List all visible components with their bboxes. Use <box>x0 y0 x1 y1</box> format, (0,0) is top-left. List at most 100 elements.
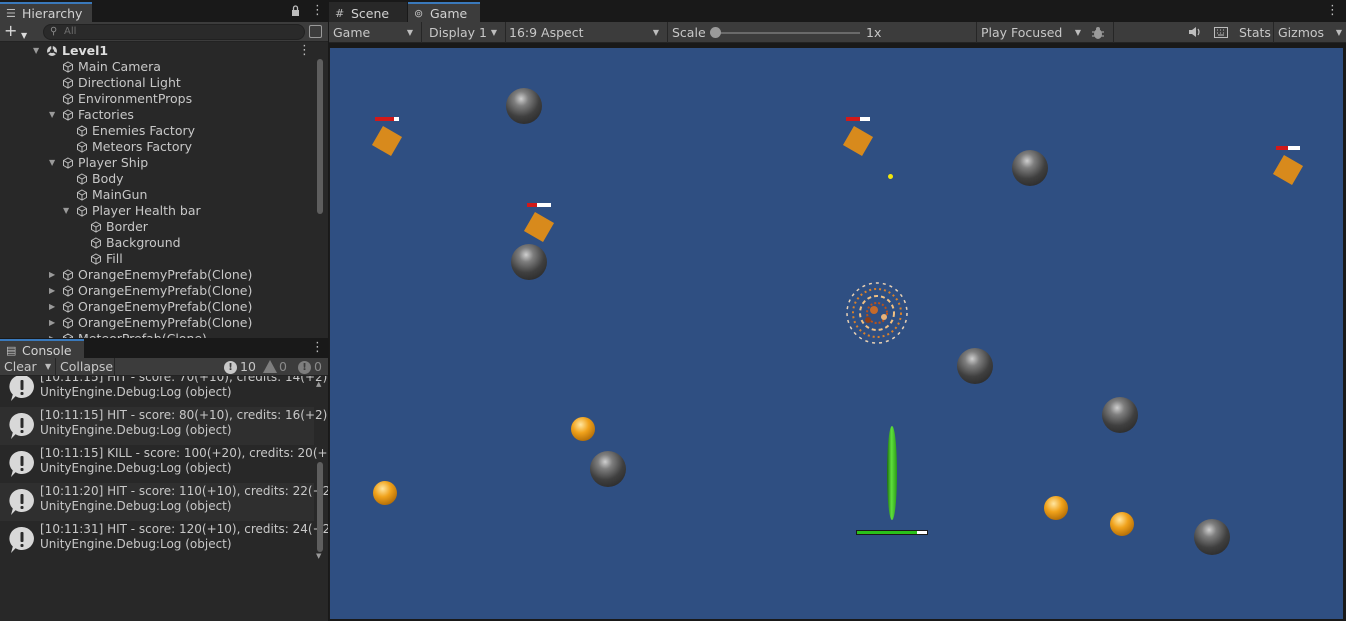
expanded-arrow-icon[interactable]: ▼ <box>49 155 55 171</box>
game-window: # Scene ⊚ Game ⋮ Game ▼ Display 1 ▼ 16:9… <box>329 0 1346 621</box>
hierarchy-item[interactable]: ▶ OrangeEnemyPrefab(Clone) <box>0 315 314 331</box>
hierarchy-item[interactable]: Directional Light <box>0 75 314 91</box>
more-options-icon[interactable]: ⋮ <box>311 4 324 18</box>
play-mode-dropdown[interactable]: Play Focused ▼ <box>981 22 1085 43</box>
divider <box>1273 22 1274 43</box>
lock-icon[interactable] <box>291 5 300 20</box>
console-log-entry[interactable]: [10:11:20] HIT - score: 110(+10), credit… <box>0 483 328 521</box>
hierarchy-item[interactable]: Meteors Factory <box>0 139 314 155</box>
hierarchy-item[interactable]: ▶ MeteorPrefab(Clone) <box>0 331 314 338</box>
hierarchy-item[interactable]: Enemies Factory <box>0 123 314 139</box>
info-message-icon <box>9 376 35 402</box>
hierarchy-item-label: EnvironmentProps <box>78 91 193 106</box>
debug-bug-icon[interactable] <box>1091 22 1109 43</box>
console-log-entry[interactable]: [10:11:15] KILL - score: 100(+20), credi… <box>0 445 328 483</box>
collapsed-arrow-icon[interactable]: ▶ <box>49 267 55 283</box>
tab-console[interactable]: ▤ Console <box>0 339 84 358</box>
hierarchy-scene-root[interactable]: ▼ Level1 ⋮ <box>0 43 314 59</box>
log-message: [10:11:20] HIT - score: 110(+10), credit… <box>40 484 328 498</box>
scale-label: Scale <box>672 25 706 40</box>
tab-hierarchy[interactable]: ☰ Hierarchy <box>0 2 92 22</box>
gameobject-cube-icon <box>62 269 74 281</box>
play-mode-value: Play Focused <box>981 25 1063 40</box>
hierarchy-item[interactable]: ▼ Player Health bar <box>0 203 314 219</box>
hierarchy-item[interactable]: Main Camera <box>0 59 314 75</box>
scrollbar-thumb[interactable] <box>317 59 323 214</box>
chevron-down-icon: ▼ <box>21 31 28 40</box>
player-health-fill <box>857 531 917 534</box>
hierarchy-item-label: OrangeEnemyPrefab(Clone) <box>78 299 253 314</box>
warning-count-toggle[interactable]: 0 <box>261 359 287 375</box>
scrollbar-thumb[interactable] <box>317 462 323 552</box>
hierarchy-item[interactable]: ▼ Factories <box>0 107 314 123</box>
orange-enemy <box>523 211 555 243</box>
console-log-entry[interactable]: [10:11:15] HIT - score: 70(+10), credits… <box>0 376 327 407</box>
keyboard-shortcuts-icon[interactable] <box>1214 22 1230 43</box>
gameobject-cube-icon <box>62 301 74 313</box>
console-scrollbar[interactable]: ▲ ▼ <box>316 380 324 562</box>
aspect-dropdown[interactable]: 16:9 Aspect ▼ <box>509 22 663 43</box>
scale-slider-track[interactable] <box>714 32 860 34</box>
hierarchy-item[interactable]: Background <box>0 235 314 251</box>
collapsed-arrow-icon[interactable]: ▶ <box>49 283 55 299</box>
error-count-toggle[interactable]: ! 0 <box>296 359 322 375</box>
error-count: 0 <box>314 359 322 374</box>
divider <box>667 22 668 43</box>
hierarchy-item[interactable]: EnvironmentProps <box>0 91 314 107</box>
scroll-up-icon[interactable]: ▲ <box>316 380 321 388</box>
more-options-icon[interactable]: ⋮ <box>1326 4 1339 18</box>
hierarchy-item[interactable]: Fill <box>0 251 314 267</box>
console-log-entry[interactable]: [10:11:15] HIT - score: 80(+10), credits… <box>0 407 327 445</box>
hierarchy-item[interactable]: Body <box>0 171 314 187</box>
view-mode-value: Game <box>333 25 371 40</box>
scene-menu-icon[interactable]: ⋮ <box>298 44 311 58</box>
view-mode-dropdown[interactable]: Game ▼ <box>333 22 417 43</box>
enemy-health-fill <box>1276 146 1288 150</box>
console-log-entry[interactable]: [10:11:31] HIT - score: 120(+10), credit… <box>0 521 328 559</box>
expanded-arrow-icon[interactable]: ▼ <box>33 43 39 59</box>
hierarchy-item[interactable]: MainGun <box>0 187 314 203</box>
expanded-arrow-icon[interactable]: ▼ <box>63 203 69 219</box>
stats-button[interactable]: Stats <box>1239 22 1271 43</box>
collapsed-arrow-icon[interactable]: ▶ <box>49 331 55 338</box>
hierarchy-scrollbar[interactable] <box>316 59 324 329</box>
tab-game[interactable]: ⊚ Game <box>408 2 480 22</box>
scale-slider-handle[interactable] <box>710 27 721 38</box>
gameobject-cube-icon <box>76 141 88 153</box>
hierarchy-search-input[interactable]: ⚲ All <box>43 24 305 40</box>
meteor <box>1194 519 1230 555</box>
expanded-arrow-icon[interactable]: ▼ <box>49 107 55 123</box>
clear-button[interactable]: Clear <box>4 358 37 376</box>
hierarchy-item[interactable]: ▶ OrangeEnemyPrefab(Clone) <box>0 299 314 315</box>
hierarchy-item[interactable]: ▶ OrangeEnemyPrefab(Clone) <box>0 283 314 299</box>
clear-options-chevron-down-icon[interactable]: ▼ <box>45 358 51 376</box>
hierarchy-item[interactable]: ▶ OrangeEnemyPrefab(Clone) <box>0 267 314 283</box>
player-health-bar <box>856 530 928 535</box>
game-viewport[interactable] <box>329 48 1343 619</box>
hierarchy-item[interactable]: Border <box>0 219 314 235</box>
display-value: Display 1 <box>429 25 488 40</box>
hierarchy-item[interactable]: ▼ Player Ship <box>0 155 314 171</box>
info-count-toggle[interactable]: ! 10 <box>222 359 256 375</box>
scroll-down-icon[interactable]: ▼ <box>316 552 321 560</box>
divider <box>976 22 977 43</box>
gizmos-label: Gizmos <box>1278 25 1325 40</box>
collapse-button[interactable]: Collapse <box>60 358 113 376</box>
scene-visibility-button[interactable] <box>309 25 322 38</box>
display-dropdown[interactable]: Display 1 ▼ <box>429 22 501 43</box>
hierarchy-item-label: Fill <box>106 251 123 266</box>
credit-orb <box>571 417 595 441</box>
gameobject-cube-icon <box>90 221 102 233</box>
divider <box>1113 22 1114 43</box>
collapsed-arrow-icon[interactable]: ▶ <box>49 299 55 315</box>
hierarchy-item-label: MeteorPrefab(Clone) <box>78 331 207 338</box>
gizmos-dropdown[interactable]: Gizmos ▼ <box>1278 22 1342 43</box>
add-object-button[interactable]: + ▼ <box>4 23 34 41</box>
mute-audio-speaker-icon[interactable] <box>1188 22 1204 43</box>
divider <box>505 22 506 43</box>
gameobject-cube-icon <box>62 317 74 329</box>
more-options-icon[interactable]: ⋮ <box>311 341 324 355</box>
collapsed-arrow-icon[interactable]: ▶ <box>49 315 55 331</box>
tab-scene[interactable]: # Scene <box>329 2 407 22</box>
hierarchy-item-label: Main Camera <box>78 59 161 74</box>
